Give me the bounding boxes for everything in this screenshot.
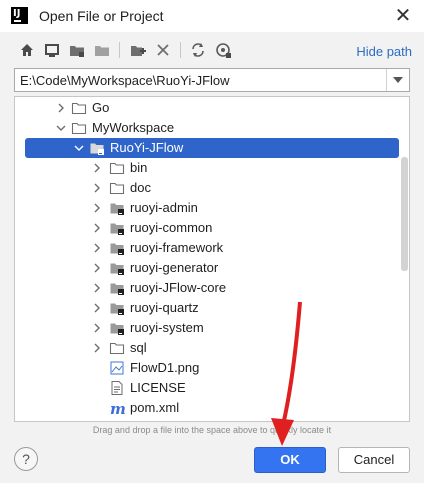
cancel-button[interactable]: Cancel	[338, 447, 410, 473]
folder-icon	[109, 180, 125, 196]
tree-row[interactable]: bin	[15, 158, 409, 178]
module-folder-icon	[109, 240, 125, 256]
chevron-right-icon[interactable]	[91, 262, 103, 274]
tree-item-label: ruoyi-quartz	[130, 300, 199, 315]
folder-icon	[71, 100, 87, 116]
tree-item-label: MyWorkspace	[92, 120, 175, 135]
tree-row[interactable]: Go	[15, 98, 409, 118]
module-folder-icon	[109, 280, 125, 296]
chevron-right-icon[interactable]	[91, 282, 103, 294]
tree-row[interactable]: ruoyi-JFlow-core	[15, 278, 409, 298]
refresh-icon[interactable]	[188, 40, 208, 60]
tree-item-label: bin	[130, 160, 148, 175]
tree-item-label: RuoYi-JFlow	[110, 140, 184, 155]
tree-row[interactable]: LICENSE	[15, 378, 409, 398]
chevron-right-icon[interactable]	[91, 202, 103, 214]
module-folder-icon	[109, 300, 125, 316]
ok-button[interactable]: OK	[254, 447, 326, 473]
new-folder-icon[interactable]	[128, 40, 148, 60]
folder-icon	[109, 340, 125, 356]
file-tree[interactable]: Go MyWorkspace RuoYi-JFlow bin doc ruoyi-admi…	[14, 96, 410, 422]
tree-item-label: pom.xml	[130, 400, 180, 415]
tree-item-label: ruoyi-system	[130, 320, 204, 335]
tree-row[interactable]: doc	[15, 178, 409, 198]
close-icon[interactable]: ✕	[392, 5, 414, 27]
tree-row[interactable]: sql	[15, 338, 409, 358]
tree-row[interactable]: MyWorkspace	[15, 118, 409, 138]
tree-row[interactable]: ruoyi-admin	[15, 198, 409, 218]
module-folder-icon	[109, 200, 125, 216]
path-combobox[interactable]	[14, 68, 410, 92]
chevron-right-icon[interactable]	[91, 322, 103, 334]
hide-path-link[interactable]: Hide path	[356, 44, 412, 59]
desktop-icon[interactable]	[42, 40, 62, 60]
module-folder-icon	[109, 320, 125, 336]
module-folder-icon[interactable]	[92, 40, 112, 60]
tree-scrollbar[interactable]	[399, 97, 409, 421]
tree-item-label: ruoyi-admin	[130, 200, 198, 215]
tree-row[interactable]: ruoyi-generator	[15, 258, 409, 278]
chevron-right-icon[interactable]	[91, 242, 103, 254]
tree-row[interactable]: ruoyi-framework	[15, 238, 409, 258]
tree-item-label: Go	[92, 100, 110, 115]
tree-item-label: ruoyi-generator	[130, 260, 219, 275]
tree-item-label: sql	[130, 340, 147, 355]
chevron-down-icon[interactable]	[55, 122, 67, 134]
tree-row[interactable]: m pom.xml	[15, 398, 409, 418]
tree-item-label: ruoyi-common	[130, 220, 213, 235]
chevron-right-icon[interactable]	[91, 182, 103, 194]
chevron-right-icon[interactable]	[55, 102, 67, 114]
chevron-right-icon[interactable]	[91, 222, 103, 234]
tree-item-label: FlowD1.png	[130, 360, 200, 375]
chevron-down-icon	[393, 77, 403, 83]
tree-item-label: ruoyi-JFlow-core	[130, 280, 227, 295]
delete-icon[interactable]	[153, 40, 173, 60]
drag-drop-hint: Drag and drop a file into the space abov…	[92, 425, 332, 435]
folder-icon	[71, 120, 87, 136]
tree-row[interactable]: FlowD1.png	[15, 358, 409, 378]
module-folder-icon	[89, 140, 105, 156]
scrollbar-thumb[interactable]	[401, 157, 408, 271]
tree-row[interactable]: RuoYi-JFlow	[25, 138, 399, 158]
window-title: Open File or Project	[39, 8, 164, 24]
help-button[interactable]: ?	[14, 447, 38, 471]
show-hidden-icon[interactable]	[213, 40, 233, 60]
toolbar: Hide path	[0, 36, 424, 64]
chevron-right-icon[interactable]	[91, 162, 103, 174]
tree-row[interactable]: ruoyi-common	[15, 218, 409, 238]
project-folder-icon[interactable]	[67, 40, 87, 60]
toolbar-separator	[180, 42, 181, 58]
toolbar-separator	[119, 42, 120, 58]
path-dropdown-button[interactable]	[386, 69, 409, 91]
tree-item-label: doc	[130, 180, 151, 195]
tree-item-label: ruoyi-framework	[130, 240, 224, 255]
intellij-app-icon: IJ	[11, 7, 28, 24]
chevron-right-icon[interactable]	[91, 302, 103, 314]
path-input[interactable]	[15, 69, 395, 91]
folder-icon	[109, 160, 125, 176]
chevron-down-icon[interactable]	[73, 142, 85, 154]
module-folder-icon	[109, 260, 125, 276]
tree-row[interactable]: ruoyi-system	[15, 318, 409, 338]
tree-row[interactable]: ruoyi-quartz	[15, 298, 409, 318]
text-file-icon	[109, 380, 125, 396]
module-folder-icon	[109, 220, 125, 236]
image-file-icon	[109, 360, 125, 376]
title-bar: IJ Open File or Project ✕	[0, 0, 424, 32]
tree-item-label: LICENSE	[130, 380, 186, 395]
home-icon[interactable]	[17, 40, 37, 60]
svg-text:m: m	[110, 400, 125, 416]
maven-icon: m	[109, 400, 126, 418]
chevron-right-icon[interactable]	[91, 342, 103, 354]
